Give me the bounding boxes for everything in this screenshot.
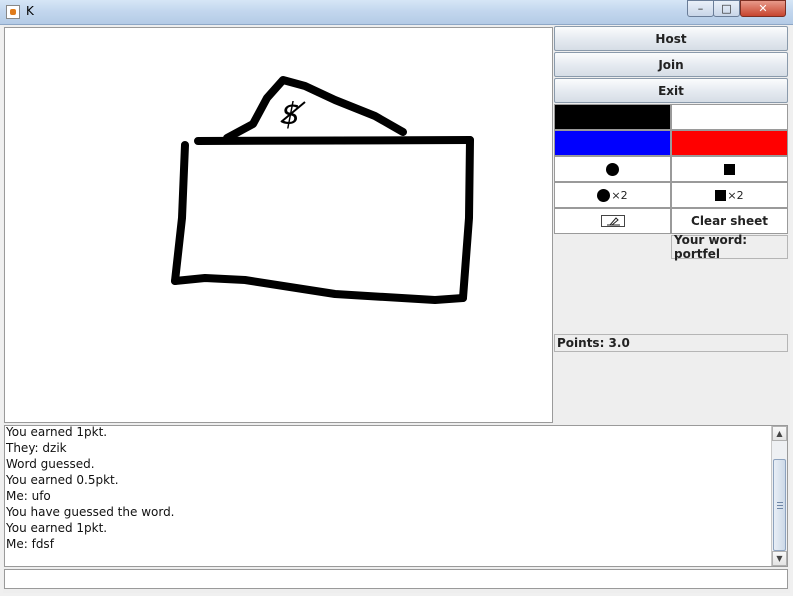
color-white-button[interactable] [671, 104, 788, 130]
chat-line: You earned 1pkt. [6, 425, 108, 439]
eraser-button[interactable] [554, 208, 671, 234]
stroke-bottom [171, 274, 467, 304]
stroke-right [459, 136, 474, 302]
message-input[interactable] [4, 569, 788, 589]
clear-sheet-button[interactable]: Clear sheet [671, 208, 788, 234]
drawing-svg: $ [171, 76, 474, 304]
stroke-top [194, 136, 474, 145]
round-brush-button[interactable] [554, 156, 671, 182]
round-brush-large-button[interactable]: ×2 [554, 182, 671, 208]
window-title: K [26, 4, 34, 18]
chat-line: You earned 0.5pkt. [6, 473, 119, 487]
title-bar: K – □ ✕ [0, 0, 793, 25]
chat-line: You earned 1pkt. [6, 521, 108, 535]
eraser-icon [600, 215, 625, 227]
host-button[interactable]: Host [554, 26, 788, 51]
exit-button[interactable]: Exit [554, 78, 788, 103]
chat-line: Word guessed. [6, 457, 95, 471]
color-red-button[interactable] [671, 130, 788, 156]
round-brush-icon [597, 188, 611, 202]
chat-line: Me: ufo [6, 489, 51, 503]
chat-line: You have guessed the word. [6, 505, 175, 519]
color-black-button[interactable] [554, 104, 671, 130]
minimize-button[interactable]: – [687, 0, 714, 17]
stroke-left [171, 141, 189, 285]
stroke-roof [223, 76, 407, 142]
chat-scrollbar[interactable]: ▲ ▼ [771, 426, 787, 566]
scroll-thumb[interactable] [773, 459, 786, 551]
size-multiplier-label: ×2 [727, 188, 744, 202]
chat-line: Me: fdsf [6, 537, 54, 551]
scroll-up-arrow-icon[interactable]: ▲ [772, 426, 787, 441]
chat-line: They: dzik [6, 441, 67, 455]
square-brush-button[interactable] [671, 156, 788, 182]
square-brush-icon [724, 163, 735, 175]
word-label: Your word: portfel [671, 233, 788, 261]
drawing-canvas[interactable]: $ [4, 27, 553, 423]
size-multiplier-label: ×2 [611, 188, 628, 202]
chat-lines: You earned 1pkt. They: dzik Word guessed. Y… [6, 425, 175, 552]
square-brush-icon [715, 189, 727, 201]
java-app-icon [6, 5, 20, 19]
round-brush-icon [606, 162, 619, 176]
color-blue-button[interactable] [554, 130, 671, 156]
square-brush-large-button[interactable]: ×2 [671, 182, 788, 208]
join-button[interactable]: Join [554, 52, 788, 77]
scroll-down-arrow-icon[interactable]: ▼ [772, 551, 787, 566]
maximize-button[interactable]: □ [713, 0, 740, 17]
chat-log[interactable]: You earned 1pkt. They: dzik Word guessed. Y… [4, 425, 788, 567]
main-frame: $ Host Join Exit ×2 ×2 Clear sheet Your … [3, 25, 790, 593]
points-label: Points: 3.0 [554, 334, 788, 352]
close-button[interactable]: ✕ [740, 0, 786, 17]
